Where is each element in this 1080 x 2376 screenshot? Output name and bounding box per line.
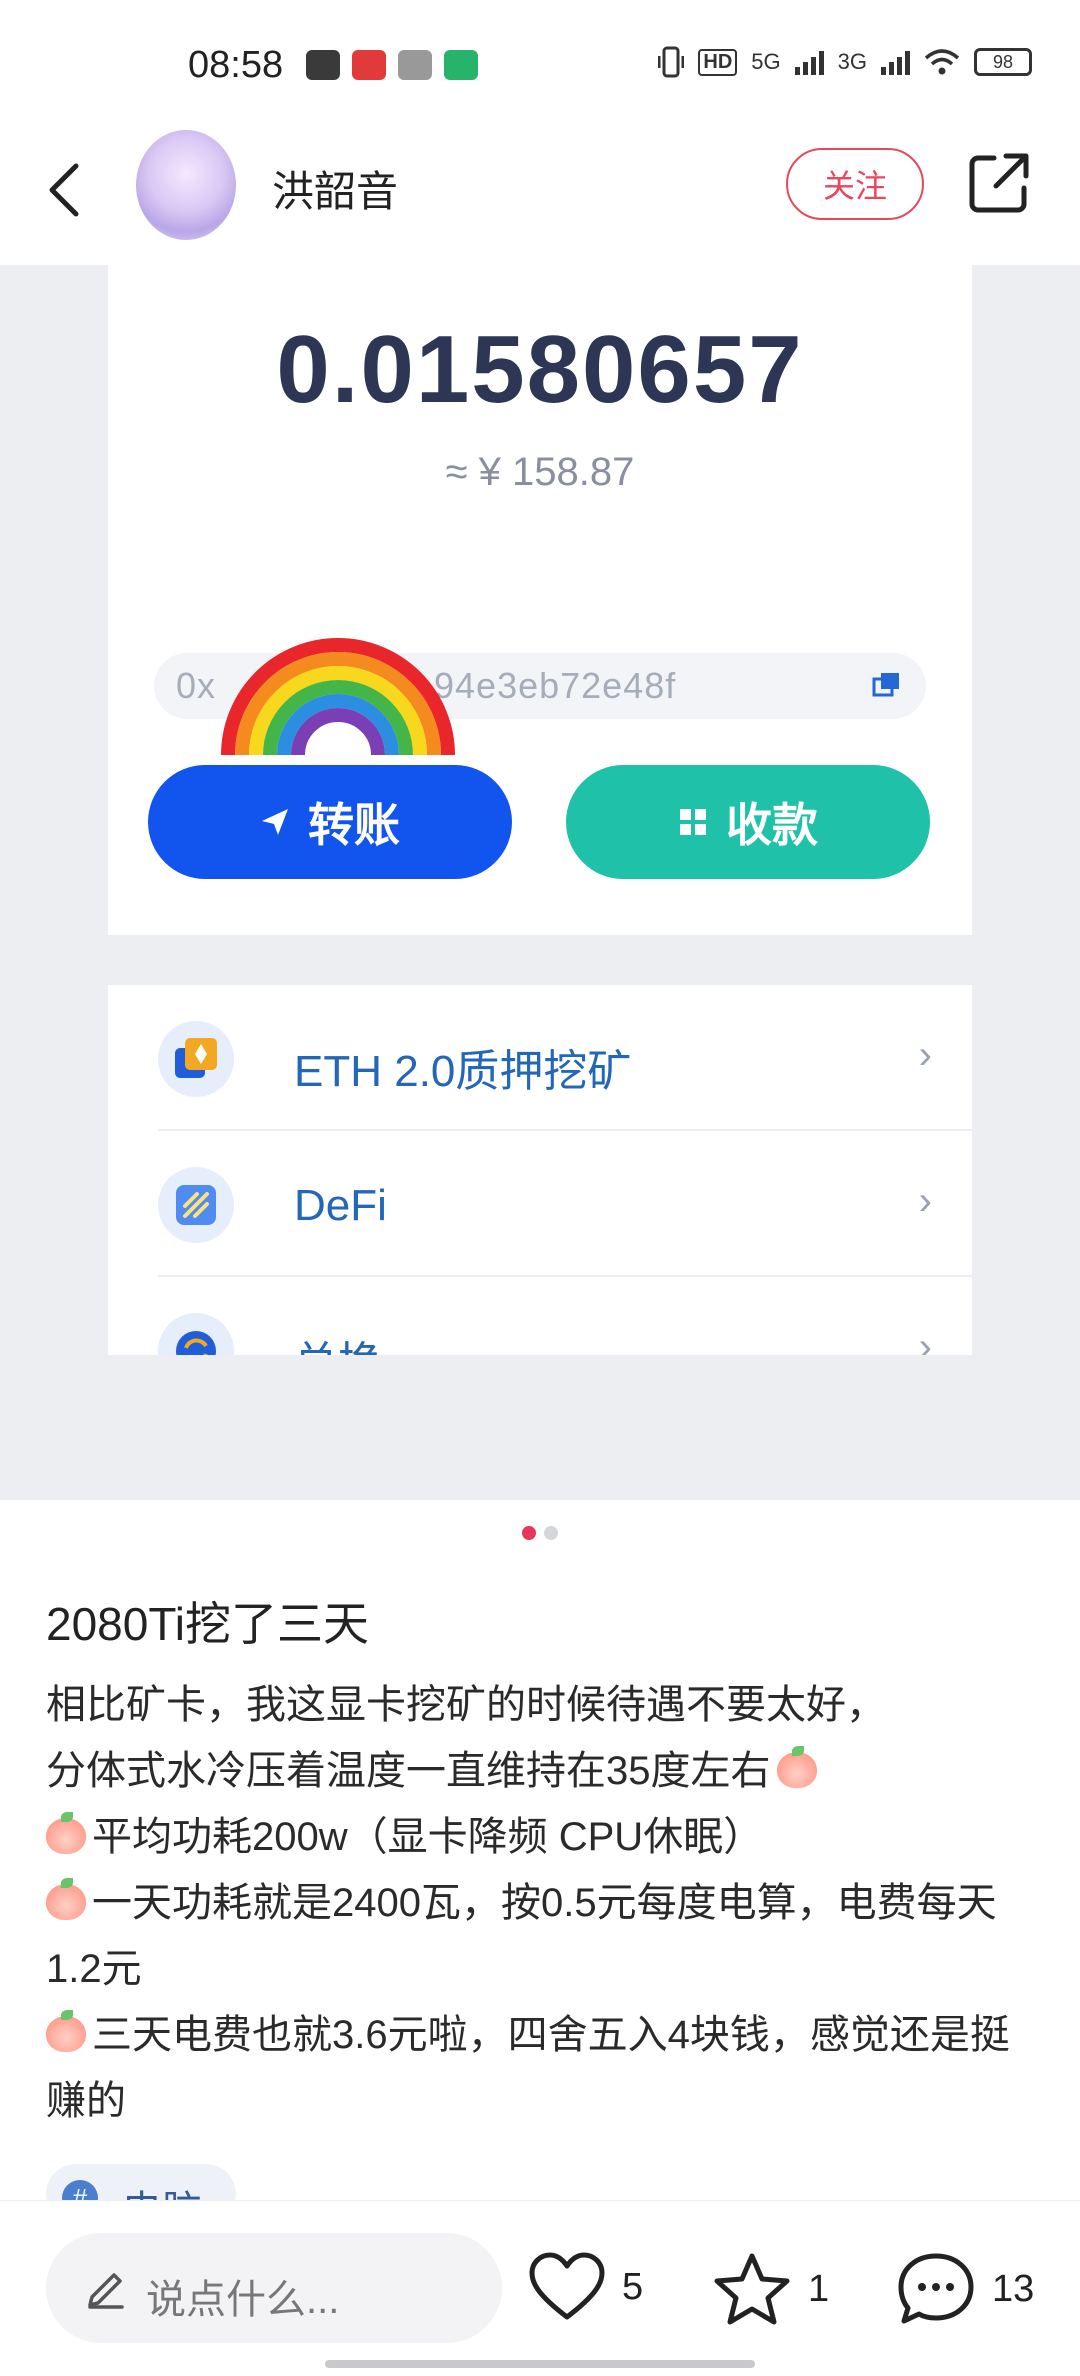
menu-item-swap: 兑换 ›	[108, 1277, 972, 1355]
notification-app-icon	[398, 50, 432, 80]
defi-icon	[158, 1167, 234, 1243]
transfer-button: 转账	[148, 765, 512, 879]
receive-button: 收款	[566, 765, 930, 879]
network-5g-label: 5G	[751, 49, 781, 74]
avatar[interactable]	[136, 130, 236, 240]
heart-icon	[529, 2252, 605, 2320]
comment-button[interactable]: 13	[896, 2251, 1034, 2327]
bottom-action-bar: 说点什么... 5 1 13	[0, 2200, 1080, 2376]
send-icon	[262, 809, 288, 835]
peach-emoji-icon	[46, 2010, 86, 2052]
transfer-label: 转账	[308, 799, 400, 851]
pen-icon	[88, 2273, 124, 2309]
favorite-button[interactable]: 1	[712, 2251, 829, 2327]
wallet-address-suffix: 94e3eb72e48f	[434, 665, 677, 706]
copy-icon	[872, 673, 899, 697]
carousel-indicator	[0, 1526, 1080, 1540]
wallet-menu-card: ETH 2.0质押挖矿 › DeFi › 兑换 ›	[108, 985, 972, 1355]
menu-item-label: 兑换	[294, 1327, 382, 1355]
follow-button[interactable]: 关注	[786, 148, 924, 220]
status-app-icons	[306, 50, 478, 80]
rainbow-sticker-icon	[221, 638, 455, 755]
menu-item-eth-staking: ETH 2.0质押挖矿 ›	[108, 985, 972, 1131]
peach-emoji-icon	[46, 1878, 86, 1920]
notification-app-icon	[306, 50, 340, 80]
menu-item-label: ETH 2.0质押挖矿	[294, 1047, 632, 1096]
wallet-balance-card: 0.01580657 ≈ ¥ 158.87 0x 94e3eb72e48f 转账	[108, 265, 972, 935]
post-line: 平均功耗200w（显卡降频 CPU休眠）	[46, 1804, 1036, 1870]
post-line: 相比矿卡，我这显卡挖矿的时候待遇不要太好，	[46, 1683, 886, 1727]
status-time: 08:58	[188, 44, 284, 86]
menu-item-label: DeFi	[294, 1181, 387, 1230]
qr-code-icon	[680, 809, 706, 835]
like-count: 5	[622, 2265, 644, 2308]
receive-label: 收款	[726, 799, 818, 851]
carousel-dot	[544, 1526, 558, 1540]
back-arrow-icon[interactable]	[40, 150, 88, 230]
post-header: 洪韶音 关注	[0, 130, 1080, 265]
peach-emoji-icon	[776, 1746, 817, 1788]
wallet-balance: 0.01580657	[276, 316, 804, 423]
home-indicator[interactable]	[325, 2360, 755, 2368]
signal-icon	[794, 49, 824, 75]
vibrate-icon	[658, 46, 685, 78]
notification-app-icon	[352, 50, 386, 80]
post-line: 分体式水冷压着温度一直维持在35度左右	[46, 1738, 1036, 1804]
comment-count: 13	[992, 2267, 1035, 2310]
network-3g-label: 3G	[837, 49, 867, 74]
post-body: 相比矿卡，我这显卡挖矿的时候待遇不要太好， 分体式水冷压着温度一直维持在35度左…	[46, 1672, 1036, 2134]
peach-emoji-icon	[46, 1812, 86, 1854]
comment-input[interactable]: 说点什么...	[46, 2233, 502, 2343]
post-line: 三天电费也就3.6元啦，四舍五入4块钱，感觉还是挺赚的	[46, 2010, 1010, 2123]
star-icon	[714, 2253, 790, 2325]
comment-placeholder: 说点什么...	[146, 2278, 340, 2322]
chevron-right-icon: ›	[918, 1325, 932, 1355]
wifi-icon	[924, 49, 960, 75]
battery-icon: 98	[974, 48, 1032, 76]
menu-item-defi: DeFi ›	[108, 1131, 972, 1277]
carousel-dot-active	[522, 1526, 536, 1540]
signal-icon	[881, 49, 910, 75]
staking-icon	[158, 1021, 234, 1097]
wallet-fiat-value: ≈ ¥ 158.87	[445, 450, 635, 494]
author-name[interactable]: 洪韶音	[272, 158, 398, 219]
chat-bubble-icon	[898, 2253, 974, 2324]
note-detail-page: 08:58 HD 5G 3G 98 洪韶音 关注 0.01580657 ≈ ¥ …	[0, 0, 1080, 2376]
notification-app-icon	[444, 50, 478, 80]
post-line: 一天功耗就是2400瓦，按0.5元每度电算，电费每天1.2元	[46, 1878, 997, 1991]
status-bar: 08:58 HD 5G 3G 98	[0, 0, 1080, 130]
swap-icon	[158, 1313, 234, 1355]
post-title: 2080Ti挖了三天	[46, 1598, 369, 1650]
share-icon[interactable]	[964, 148, 1034, 218]
chevron-right-icon: ›	[918, 1033, 932, 1077]
favorite-count: 1	[808, 2267, 830, 2310]
status-indicators: HD 5G 3G 98	[658, 46, 1032, 78]
like-button[interactable]: 5	[528, 2251, 643, 2323]
post-image[interactable]: 0.01580657 ≈ ¥ 158.87 0x 94e3eb72e48f 转账	[0, 265, 1080, 1500]
chevron-right-icon: ›	[918, 1179, 932, 1223]
hd-icon: HD	[698, 48, 738, 76]
